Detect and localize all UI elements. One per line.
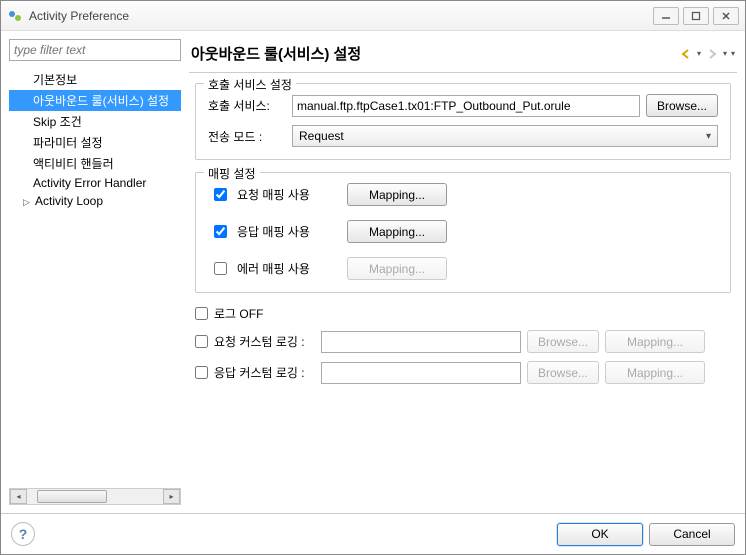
request-log-checkbox[interactable] (195, 335, 208, 348)
filter-input[interactable] (9, 39, 181, 61)
header-toolbar: ▾ ▾ ▾ (679, 47, 735, 61)
response-log-row: 응답 커스텀 로깅 : Browse... Mapping... (195, 361, 731, 384)
page-title: 아웃바운드 룰(서비스) 설정 (191, 43, 679, 64)
back-icon[interactable] (679, 47, 693, 61)
response-log-browse-button[interactable]: Browse... (527, 361, 599, 384)
expand-icon[interactable]: ▷ (23, 197, 33, 208)
help-icon[interactable]: ? (11, 522, 35, 546)
call-service-legend: 호출 서비스 설정 (204, 76, 296, 93)
error-mapping-button[interactable]: Mapping... (347, 257, 447, 280)
request-log-mapping-button[interactable]: Mapping... (605, 330, 705, 353)
mapping-legend: 매핑 설정 (204, 165, 260, 182)
request-mapping-button[interactable]: Mapping... (347, 183, 447, 206)
close-button[interactable] (713, 7, 739, 25)
service-label: 호출 서비스: (208, 97, 286, 114)
cancel-button[interactable]: Cancel (649, 523, 735, 546)
response-mapping-label: 응답 매핑 사용 (237, 223, 337, 240)
nav-item-outbound[interactable]: 아웃바운드 룰(서비스) 설정 (9, 90, 181, 111)
request-log-row: 요청 커스텀 로깅 : Browse... Mapping... (195, 330, 731, 353)
request-log-label: 요청 커스텀 로깅 : (214, 333, 305, 350)
titlebar: Activity Preference (1, 1, 745, 31)
browse-service-button[interactable]: Browse... (646, 94, 718, 117)
maximize-button[interactable] (683, 7, 709, 25)
service-input[interactable] (292, 95, 640, 117)
body: 기본정보 아웃바운드 룰(서비스) 설정 Skip 조건 파라미터 설정 액티비… (1, 31, 745, 513)
response-log-input[interactable] (321, 362, 521, 384)
response-log-mapping-button[interactable]: Mapping... (605, 361, 705, 384)
response-log-label: 응답 커스텀 로깅 : (214, 364, 305, 381)
horizontal-scrollbar[interactable]: ◂ ▸ (9, 488, 181, 505)
content-area: 호출 서비스 설정 호출 서비스: Browse... 전송 모드 : Requ… (189, 72, 737, 505)
scroll-right-button[interactable]: ▸ (163, 489, 180, 504)
window-title: Activity Preference (29, 9, 653, 23)
right-pane: 아웃바운드 룰(서비스) 설정 ▾ ▾ ▾ 호출 서비스 설정 (189, 39, 737, 505)
request-mapping-checkbox[interactable] (214, 188, 227, 201)
request-log-input[interactable] (321, 331, 521, 353)
nav-tree[interactable]: 기본정보 아웃바운드 룰(서비스) 설정 Skip 조건 파라미터 설정 액티비… (9, 65, 181, 488)
log-off-label: 로그 OFF (214, 305, 263, 322)
error-mapping-label: 에러 매핑 사용 (237, 260, 337, 277)
back-menu-icon[interactable]: ▾ (697, 49, 701, 58)
scroll-thumb[interactable] (37, 490, 107, 503)
app-icon (7, 8, 23, 24)
error-mapping-checkbox[interactable] (214, 262, 227, 275)
window-controls (653, 7, 739, 25)
log-off-checkbox[interactable] (195, 307, 208, 320)
log-off-row: 로그 OFF (195, 305, 731, 322)
nav-item-activity-handler[interactable]: 액티비티 핸들러 (9, 153, 181, 174)
nav-item-activity-loop[interactable]: ▷Activity Loop (9, 192, 181, 210)
ok-button[interactable]: OK (557, 523, 643, 546)
nav-item-basic[interactable]: 기본정보 (9, 69, 181, 90)
request-log-browse-button[interactable]: Browse... (527, 330, 599, 353)
nav-item-parameter[interactable]: 파라미터 설정 (9, 132, 181, 153)
scroll-left-button[interactable]: ◂ (10, 489, 27, 504)
forward-icon[interactable] (705, 47, 719, 61)
window: Activity Preference 기본정보 아웃바운드 룰(서비스) 설정… (0, 0, 746, 555)
mode-label: 전송 모드 : (208, 128, 286, 145)
view-menu-icon[interactable]: ▾ (731, 49, 735, 58)
footer: ? OK Cancel (1, 513, 745, 554)
mode-value: Request (299, 129, 344, 143)
response-mapping-button[interactable]: Mapping... (347, 220, 447, 243)
call-service-group: 호출 서비스 설정 호출 서비스: Browse... 전송 모드 : Requ… (195, 83, 731, 160)
page-header: 아웃바운드 룰(서비스) 설정 ▾ ▾ ▾ (189, 39, 737, 72)
nav-item-skip[interactable]: Skip 조건 (9, 111, 181, 132)
scroll-track[interactable] (27, 489, 163, 504)
nav-item-error-handler[interactable]: Activity Error Handler (9, 174, 181, 192)
minimize-button[interactable] (653, 7, 679, 25)
request-mapping-label: 요청 매핑 사용 (237, 186, 337, 203)
response-log-checkbox[interactable] (195, 366, 208, 379)
left-pane: 기본정보 아웃바운드 룰(서비스) 설정 Skip 조건 파라미터 설정 액티비… (9, 39, 181, 505)
mode-select[interactable]: Request (292, 125, 718, 147)
mapping-group: 매핑 설정 요청 매핑 사용 Mapping... 응답 매핑 사용 Mappi… (195, 172, 731, 293)
response-mapping-checkbox[interactable] (214, 225, 227, 238)
forward-menu-icon[interactable]: ▾ (723, 49, 727, 58)
